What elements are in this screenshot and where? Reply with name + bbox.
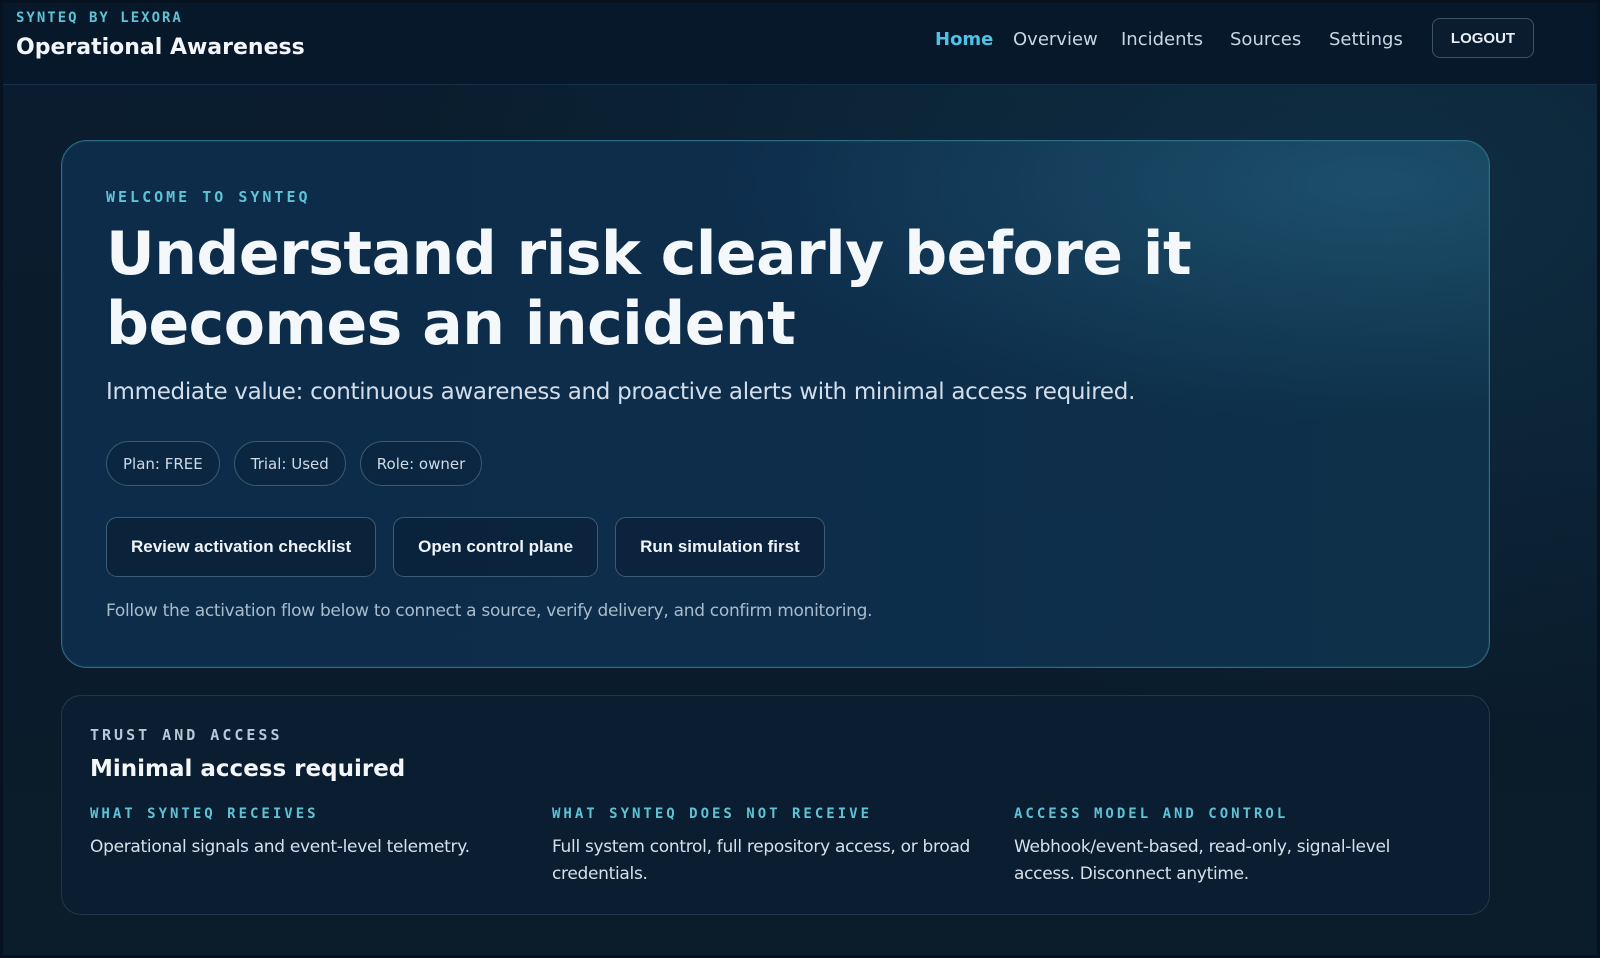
role-badge: Role: owner xyxy=(359,441,483,486)
trial-badge: Trial: Used xyxy=(233,441,346,486)
hero-headline: Understand risk clearly before it become… xyxy=(106,219,1306,359)
nav-link-settings[interactable]: Settings xyxy=(1329,29,1403,50)
hero-kicker: WELCOME TO SYNTEQ xyxy=(106,188,311,206)
run-simulation-button[interactable]: Run simulation first xyxy=(615,517,825,577)
hero-headline-line-2: becomes an incident xyxy=(106,289,796,359)
trust-and-access-card: TRUST AND ACCESS Minimal access required… xyxy=(61,695,1490,915)
nav-link-sources[interactable]: Sources xyxy=(1230,29,1301,50)
trust-column-access-model: ACCESS MODEL AND CONTROL Webhook/event-b… xyxy=(1014,806,1434,888)
nav-link-home[interactable]: Home xyxy=(935,29,993,50)
trust-column-text: Full system control, full repository acc… xyxy=(552,837,971,884)
trust-column-text: Webhook/event-based, read-only, signal-l… xyxy=(1014,837,1391,884)
nav-link-incidents[interactable]: Incidents xyxy=(1121,29,1203,50)
hero-subtitle: Immediate value: continuous awareness an… xyxy=(106,379,1136,405)
hero-actions: Review activation checklist Open control… xyxy=(106,517,825,577)
review-activation-checklist-button[interactable]: Review activation checklist xyxy=(106,517,377,577)
plan-badge: Plan: FREE xyxy=(106,441,220,486)
trust-column-text: Operational signals and event-level tele… xyxy=(90,837,470,857)
nav-link-overview[interactable]: Overview xyxy=(1013,29,1098,50)
open-control-plane-button[interactable]: Open control plane xyxy=(393,517,599,577)
activation-note: Follow the activation flow below to conn… xyxy=(106,601,873,621)
trust-title: Minimal access required xyxy=(90,756,406,782)
trust-column-heading: WHAT SYNTEQ RECEIVES xyxy=(90,806,319,822)
hero-headline-line-1: Understand risk clearly before it xyxy=(106,219,1192,289)
trust-column-heading: WHAT SYNTEQ DOES NOT RECEIVE xyxy=(552,806,873,822)
app-frame: SYNTEQ BY LEXORA Operational Awareness H… xyxy=(3,3,1597,955)
trust-column-heading: ACCESS MODEL AND CONTROL xyxy=(1014,806,1289,822)
brand-kicker: SYNTEQ BY LEXORA xyxy=(16,10,183,26)
app-title: Operational Awareness xyxy=(16,35,305,60)
trust-column-does-not-receive: WHAT SYNTEQ DOES NOT RECEIVE Full system… xyxy=(552,806,1002,888)
trust-column-receives: WHAT SYNTEQ RECEIVES Operational signals… xyxy=(90,806,540,861)
welcome-hero-card: WELCOME TO SYNTEQ Understand risk clearl… xyxy=(61,140,1490,668)
account-status-pills: Plan: FREE Trial: Used Role: owner xyxy=(106,441,483,486)
top-navigation-bar: SYNTEQ BY LEXORA Operational Awareness H… xyxy=(3,3,1597,85)
logout-button[interactable]: LOGOUT xyxy=(1432,18,1534,58)
trust-kicker: TRUST AND ACCESS xyxy=(90,726,283,744)
